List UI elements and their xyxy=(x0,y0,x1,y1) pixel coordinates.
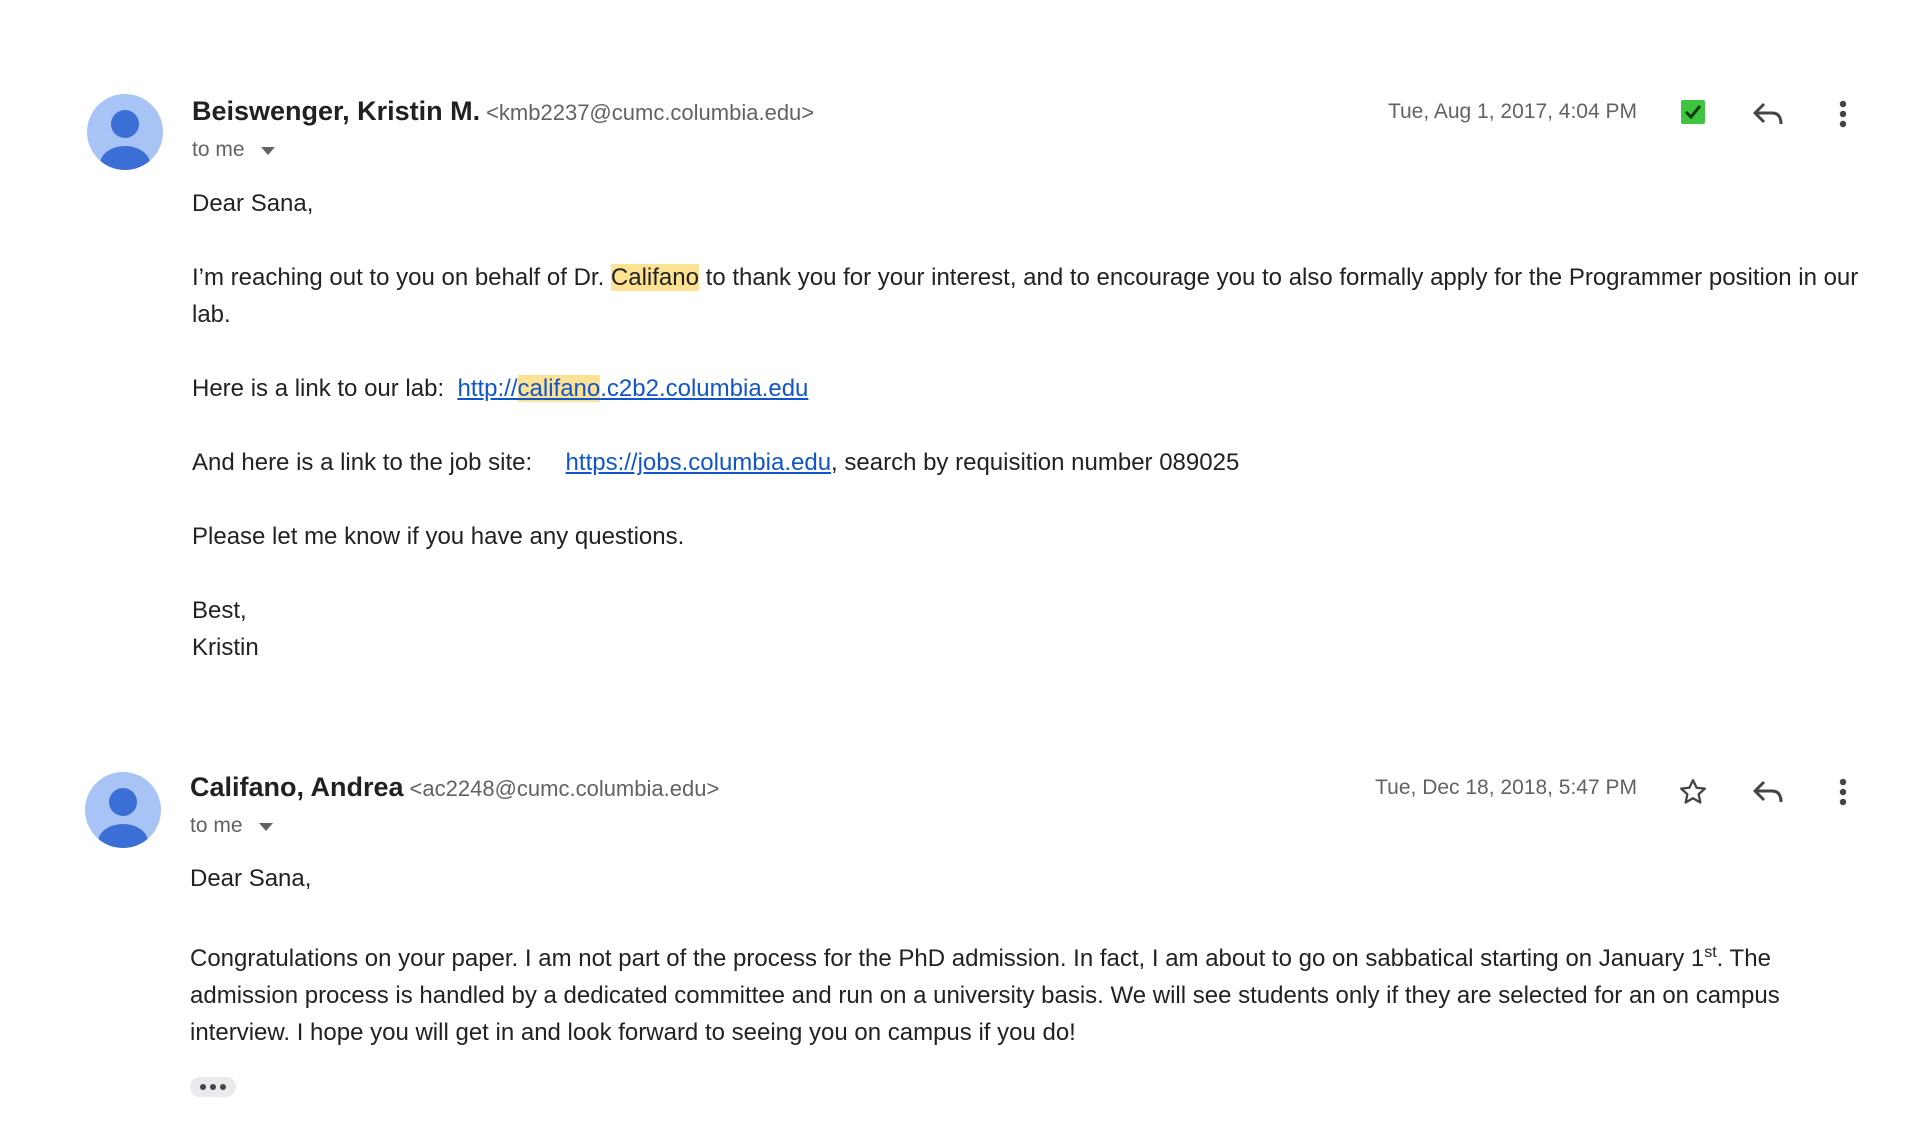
more-options-button[interactable] xyxy=(1823,94,1863,134)
more-vert-icon xyxy=(1839,100,1847,128)
search-highlight: Califano xyxy=(610,264,699,291)
message-date: Tue, Dec 18, 2018, 5:47 PM xyxy=(1375,776,1637,799)
message-date: Tue, Aug 1, 2017, 4:04 PM xyxy=(1387,100,1637,123)
recipient-label: to me xyxy=(190,814,243,837)
reply-icon xyxy=(1753,102,1783,125)
paragraph-intro: I’m reaching out to you on behalf of Dr.… xyxy=(192,264,1859,328)
sender-name[interactable]: Beiswenger, Kristin M. xyxy=(192,96,480,126)
recipient-label: to me xyxy=(192,138,245,161)
person-icon xyxy=(100,110,150,170)
paragraph-main: Congratulations on your paper. I am not … xyxy=(190,944,1780,1047)
job-link-line: And here is a link to the job site: http… xyxy=(192,449,1240,476)
person-icon xyxy=(98,788,148,848)
star-button[interactable] xyxy=(1673,772,1713,812)
sender-avatar[interactable] xyxy=(87,94,163,170)
reply-button[interactable] xyxy=(1748,772,1788,812)
sender-email: <ac2248@cumc.columbia.edu> xyxy=(409,776,720,801)
more-options-button[interactable] xyxy=(1823,772,1863,812)
lab-link[interactable]: http://califano.c2b2.columbia.edu xyxy=(457,375,808,402)
reply-icon xyxy=(1753,780,1783,803)
lab-link-line: Here is a link to our lab: http://califa… xyxy=(192,375,809,402)
recipient-dropdown[interactable]: to me xyxy=(190,814,274,838)
reply-button[interactable] xyxy=(1748,94,1788,134)
sender-name[interactable]: Califano, Andrea xyxy=(190,772,404,802)
chevron-down-icon xyxy=(258,814,274,838)
ellipsis-icon xyxy=(200,1084,206,1090)
message-body: Dear Sana, I’m reaching out to you on be… xyxy=(192,185,1872,666)
sender: Califano, Andrea <ac2248@cumc.columbia.ed… xyxy=(190,772,719,803)
star-outline-icon xyxy=(1680,779,1706,804)
green-check-box-icon xyxy=(1681,100,1705,124)
closing: Best, xyxy=(192,597,247,624)
message-body: Dear Sana, Congratulations on your paper… xyxy=(190,860,1880,1051)
sender-avatar[interactable] xyxy=(85,772,161,848)
chevron-down-icon xyxy=(260,138,276,162)
greeting: Dear Sana, xyxy=(192,190,314,217)
questions-line: Please let me know if you have any quest… xyxy=(192,523,685,550)
job-site-link[interactable]: https://jobs.columbia.edu xyxy=(566,449,832,476)
signature: Kristin xyxy=(192,634,259,661)
show-trimmed-content-button[interactable] xyxy=(190,1077,236,1097)
sender: Beiswenger, Kristin M. <kmb2237@cumc.colu… xyxy=(192,96,814,127)
recipient-dropdown[interactable]: to me xyxy=(192,138,276,162)
label-checkbox-button[interactable] xyxy=(1673,92,1713,132)
greeting: Dear Sana, xyxy=(190,865,312,892)
more-vert-icon xyxy=(1839,778,1847,806)
sender-email: <kmb2237@cumc.columbia.edu> xyxy=(486,100,815,125)
